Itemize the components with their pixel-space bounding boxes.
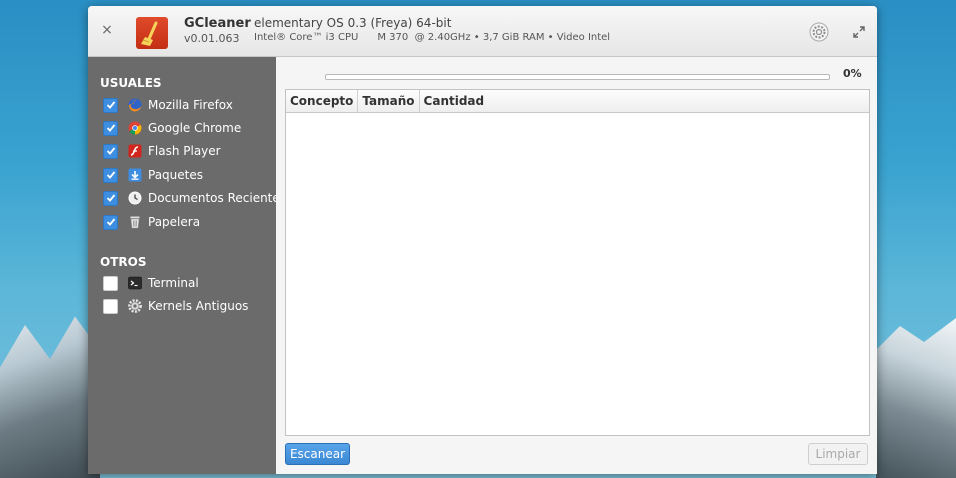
gcleaner-logo-icon <box>136 17 168 49</box>
checkbox-checked-icon[interactable] <box>103 167 118 183</box>
maximize-icon[interactable] <box>852 25 866 39</box>
os-name: elementary OS 0.3 (Freya) 64-bit <box>254 16 452 30</box>
sidebar-item-label: Mozilla Firefox <box>148 98 233 112</box>
firefox-icon <box>128 98 142 112</box>
section-title-otros: OTROS <box>100 255 147 269</box>
table-header: Concepto Tamaño Cantidad <box>286 90 869 113</box>
sidebar-item-label: Google Chrome <box>148 121 242 135</box>
flash-player-icon <box>128 144 142 158</box>
column-header-cantidad[interactable]: Cantidad <box>420 90 869 112</box>
main-panel: 0% Concepto Tamaño Cantidad Escanear Lim… <box>277 57 877 474</box>
titlebar: × GCleaner v0.01.063 elementary OS 0.3 (… <box>88 6 877 57</box>
sidebar-item-label: Papelera <box>148 215 201 229</box>
desktop-wallpaper-mountain-right <box>876 318 956 478</box>
gcleaner-window: × GCleaner v0.01.063 elementary OS 0.3 (… <box>88 6 877 474</box>
sidebar: USUALES Mozilla Firefox Google Chrome Fl… <box>88 57 286 474</box>
gear-icon <box>128 299 142 313</box>
column-header-tamano[interactable]: Tamaño <box>358 90 420 112</box>
sidebar-item-terminal[interactable]: Terminal <box>103 273 199 293</box>
clean-button[interactable]: Limpiar <box>808 443 868 465</box>
close-icon[interactable]: × <box>100 23 114 37</box>
checkbox-checked-icon[interactable] <box>103 143 118 159</box>
sidebar-item-kernels-antiguos[interactable]: Kernels Antiguos <box>103 296 248 316</box>
progress-percent: 0% <box>843 67 862 80</box>
sidebar-item-paquetes[interactable]: Paquetes <box>103 165 203 185</box>
checkbox-unchecked-icon[interactable] <box>103 275 118 291</box>
sidebar-item-firefox[interactable]: Mozilla Firefox <box>103 95 233 115</box>
sidebar-item-documentos-recientes[interactable]: Documentos Recientes <box>103 188 286 208</box>
trash-icon <box>128 215 142 229</box>
sidebar-item-chrome[interactable]: Google Chrome <box>103 118 241 138</box>
checkbox-unchecked-icon[interactable] <box>103 298 118 314</box>
sidebar-item-label: Flash Player <box>148 144 221 158</box>
sidebar-item-label: Paquetes <box>148 168 203 182</box>
terminal-icon <box>128 276 142 290</box>
checkbox-checked-icon[interactable] <box>103 190 118 206</box>
column-header-concepto[interactable]: Concepto <box>286 90 359 112</box>
sidebar-item-label: Terminal <box>148 276 199 290</box>
app-version: v0.01.063 <box>184 32 240 45</box>
checkbox-checked-icon[interactable] <box>103 97 118 113</box>
checkbox-checked-icon[interactable] <box>103 120 118 136</box>
section-title-usuales: USUALES <box>100 76 162 90</box>
recent-documents-icon <box>128 191 142 205</box>
gear-icon[interactable] <box>808 21 830 43</box>
sidebar-item-label: Kernels Antiguos <box>148 299 249 313</box>
package-download-icon <box>128 168 142 182</box>
desktop-wallpaper-mountain-left <box>0 316 100 478</box>
app-name: GCleaner <box>184 16 251 31</box>
scan-progress-bar <box>325 74 830 80</box>
system-info: Intel® Core™ i3 CPU M 370 @ 2.40GHz • 3,… <box>254 32 611 43</box>
sidebar-item-label: Documentos Recientes <box>148 191 287 205</box>
results-table[interactable]: Concepto Tamaño Cantidad <box>285 89 870 436</box>
chrome-icon <box>128 121 142 135</box>
sidebar-item-papelera[interactable]: Papelera <box>103 212 200 232</box>
sidebar-item-flash-player[interactable]: Flash Player <box>103 141 221 161</box>
checkbox-checked-icon[interactable] <box>103 214 118 230</box>
scan-button[interactable]: Escanear <box>285 443 350 465</box>
